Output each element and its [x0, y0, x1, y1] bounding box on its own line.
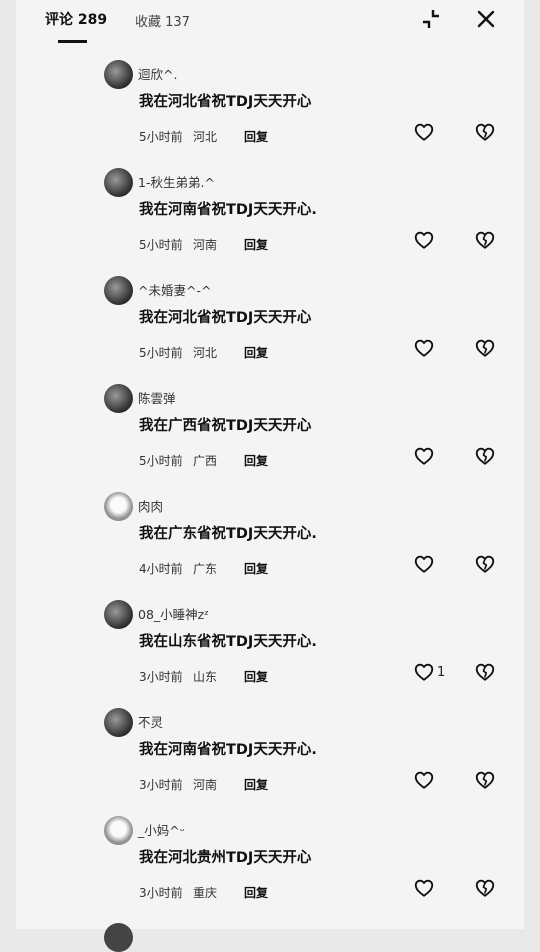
- comment-item: _小妈^ᵕ 我在河北贵州TDJ天天开心 3小时前 重庆 回复: [16, 816, 524, 924]
- comment-item: 肉肉 我在广东省祝TDJ天天开心. 4小时前 广东 回复: [16, 492, 524, 600]
- reply-button[interactable]: 回复: [244, 128, 268, 145]
- comment-text: 我在广西省祝TDJ天天开心: [139, 418, 312, 434]
- heart-icon: [414, 663, 434, 681]
- comment-username[interactable]: ^未婚妻^-^: [138, 280, 211, 299]
- dislike-button[interactable]: [474, 229, 496, 251]
- comment-time: 3小时前: [139, 886, 183, 900]
- comment-username[interactable]: 不灵: [138, 712, 163, 731]
- like-button[interactable]: 1: [413, 661, 445, 683]
- comment-time: 3小时前: [139, 670, 183, 684]
- dislike-button[interactable]: [474, 337, 496, 359]
- avatar[interactable]: [104, 816, 133, 845]
- comment-location: 河南: [193, 778, 218, 792]
- comment-time: 4小时前: [139, 562, 183, 576]
- comment-text: 我在广东省祝TDJ天天开心.: [139, 526, 317, 542]
- comment-time: 3小时前: [139, 778, 183, 792]
- comment-item: 1-秋生弟弟.^ 我在河南省祝TDJ天天开心. 5小时前 河南 回复: [16, 168, 524, 276]
- comment-location: 山东: [193, 670, 218, 684]
- comment-text: 我在河北贵州TDJ天天开心: [139, 850, 312, 866]
- comment-text: 我在河南省祝TDJ天天开心.: [139, 202, 317, 218]
- broken-heart-icon: [475, 447, 495, 465]
- avatar[interactable]: [104, 492, 133, 521]
- comment-panel-header: 评论 289 收藏 137: [16, 0, 524, 50]
- heart-icon: [414, 771, 434, 789]
- active-tab-indicator: [58, 40, 87, 43]
- reply-button[interactable]: 回复: [244, 884, 268, 901]
- comment-text: 我在河北省祝TDJ天天开心: [139, 94, 312, 110]
- like-button[interactable]: [413, 229, 437, 251]
- broken-heart-icon: [475, 123, 495, 141]
- comment-location: 河北: [193, 346, 218, 360]
- broken-heart-icon: [475, 879, 495, 897]
- comment-username[interactable]: _小妈^ᵕ: [138, 820, 185, 839]
- comment-item: 陈雲弹 我在广西省祝TDJ天天开心 5小时前 广西 回复: [16, 384, 524, 492]
- like-button[interactable]: [413, 769, 437, 791]
- broken-heart-icon: [475, 771, 495, 789]
- comment-item: ^未婚妻^-^ 我在河北省祝TDJ天天开心 5小时前 河北 回复: [16, 276, 524, 384]
- like-button[interactable]: [413, 877, 437, 899]
- broken-heart-icon: [475, 555, 495, 573]
- reply-button[interactable]: 回复: [244, 560, 268, 577]
- like-button[interactable]: [413, 337, 437, 359]
- broken-heart-icon: [475, 231, 495, 249]
- avatar[interactable]: [104, 168, 133, 197]
- tab-comments[interactable]: 评论 289: [45, 9, 107, 29]
- comment-time: 5小时前: [139, 238, 183, 252]
- comment-location: 广西: [193, 454, 218, 468]
- dislike-button[interactable]: [474, 445, 496, 467]
- dislike-button[interactable]: [474, 121, 496, 143]
- comment-text: 我在河北省祝TDJ天天开心: [139, 310, 312, 326]
- broken-heart-icon: [475, 663, 495, 681]
- broken-heart-icon: [475, 339, 495, 357]
- like-button[interactable]: [413, 121, 437, 143]
- comment-username[interactable]: 1-秋生弟弟.^: [138, 172, 215, 191]
- like-button[interactable]: [413, 553, 437, 575]
- comment-text: 我在山东省祝TDJ天天开心.: [139, 634, 317, 650]
- comment-username[interactable]: 肉肉: [138, 496, 163, 515]
- comment-username[interactable]: 迴欣^.: [138, 64, 177, 83]
- dislike-button[interactable]: [474, 769, 496, 791]
- like-count: 1: [437, 664, 446, 680]
- reply-button[interactable]: 回复: [244, 344, 268, 361]
- comment-text: 我在河南省祝TDJ天天开心.: [139, 742, 317, 758]
- reply-button[interactable]: 回复: [244, 236, 268, 253]
- avatar[interactable]: [104, 708, 133, 737]
- minimize-button[interactable]: [418, 6, 444, 32]
- heart-icon: [414, 231, 434, 249]
- heart-icon: [414, 555, 434, 573]
- close-icon: [477, 10, 495, 28]
- reply-button[interactable]: 回复: [244, 776, 268, 793]
- comment-time: 5小时前: [139, 130, 183, 144]
- heart-icon: [414, 879, 434, 897]
- comment-item: 08_小睡神zᶻ 我在山东省祝TDJ天天开心. 3小时前 山东 回复 1: [16, 600, 524, 708]
- comment-location: 广东: [193, 562, 218, 576]
- avatar[interactable]: [104, 276, 133, 305]
- avatar[interactable]: [104, 384, 133, 413]
- avatar[interactable]: [104, 923, 133, 952]
- comment-item: 不灵 我在河南省祝TDJ天天开心. 3小时前 河南 回复: [16, 708, 524, 816]
- dislike-button[interactable]: [474, 553, 496, 575]
- comment-panel: 评论 289 收藏 137 迴欣^. 我在河北省祝TDJ天天开心 5小时前 河北…: [16, 0, 524, 952]
- comment-username[interactable]: 08_小睡神zᶻ: [138, 604, 209, 623]
- reply-button[interactable]: 回复: [244, 452, 268, 469]
- dislike-button[interactable]: [474, 661, 496, 683]
- avatar[interactable]: [104, 600, 133, 629]
- like-button[interactable]: [413, 445, 437, 467]
- comment-time: 5小时前: [139, 454, 183, 468]
- comment-location: 重庆: [193, 886, 218, 900]
- avatar[interactable]: [104, 60, 133, 89]
- tab-saved[interactable]: 收藏 137: [135, 11, 190, 30]
- comment-item: 迴欣^. 我在河北省祝TDJ天天开心 5小时前 河北 回复: [16, 60, 524, 168]
- comment-location: 河北: [193, 130, 218, 144]
- heart-icon: [414, 447, 434, 465]
- heart-icon: [414, 123, 434, 141]
- dislike-button[interactable]: [474, 877, 496, 899]
- comment-time: 5小时前: [139, 346, 183, 360]
- minimize-icon: [423, 10, 439, 28]
- comment-username[interactable]: 陈雲弹: [138, 388, 176, 407]
- heart-icon: [414, 339, 434, 357]
- comment-location: 河南: [193, 238, 218, 252]
- close-button[interactable]: [473, 6, 499, 32]
- reply-button[interactable]: 回复: [244, 668, 268, 685]
